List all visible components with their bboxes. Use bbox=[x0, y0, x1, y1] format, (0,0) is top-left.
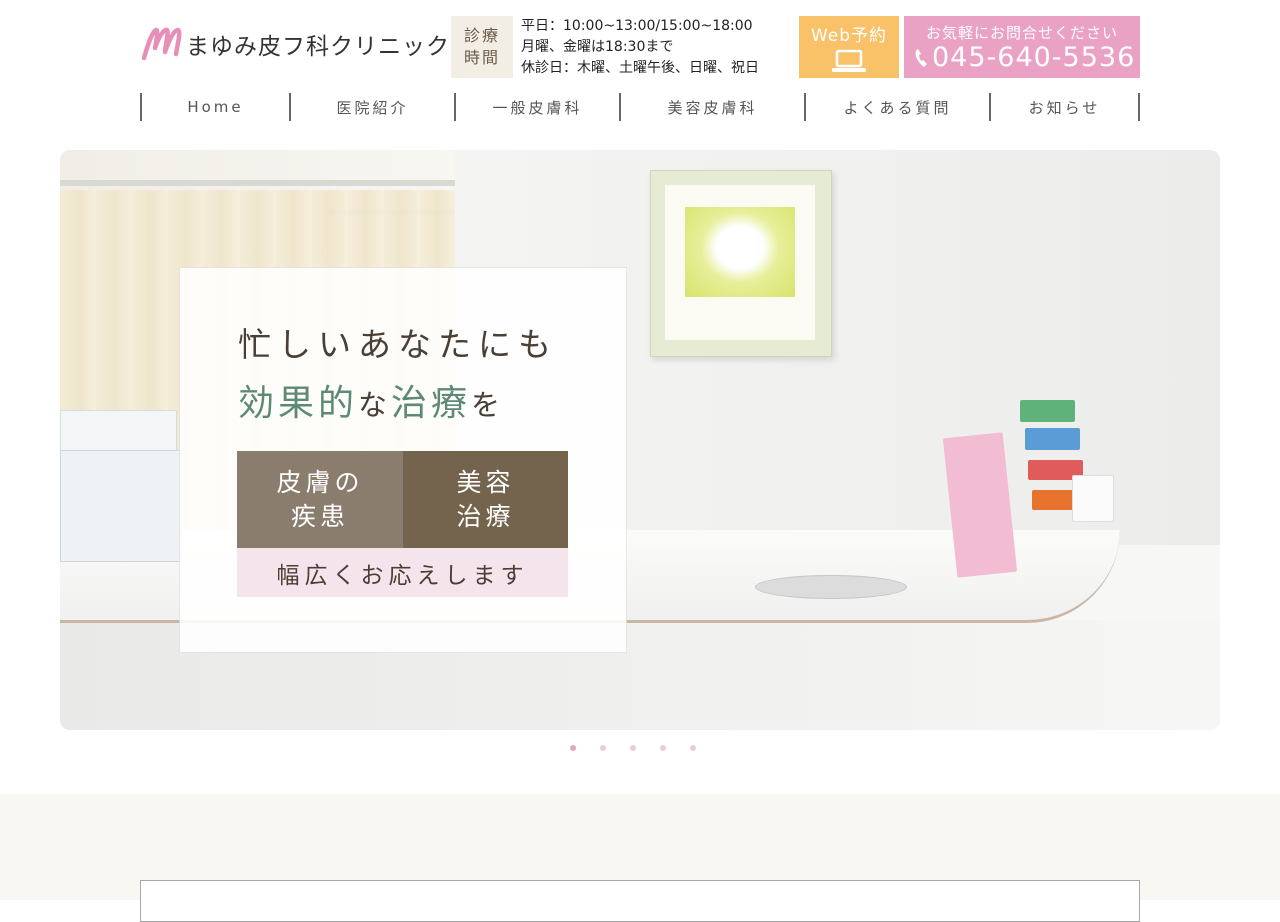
slider-pagination bbox=[570, 745, 720, 755]
hero-message-panel: 忙しいあなたにも 効果的な治療を 皮膚の 疾患 美容 治療 幅広くお応えします bbox=[180, 268, 626, 652]
pamphlet-3 bbox=[1025, 428, 1080, 450]
clinic-logo[interactable]: まゆみ皮フ科クリニック bbox=[140, 22, 450, 66]
hours-label-line1: 診療 bbox=[463, 26, 500, 45]
hours-weekday: 平日：10:00~13:00/15:00~18:00 bbox=[521, 18, 753, 34]
hours-label: 診療 時間 bbox=[451, 16, 513, 78]
hero-headline-2-part4: を bbox=[471, 388, 505, 422]
pamphlet-2 bbox=[1020, 400, 1075, 422]
box2-line2: 治療 bbox=[456, 501, 515, 531]
hero-bg-dish bbox=[755, 575, 907, 599]
hero-headline-2-part1: 効果的 bbox=[238, 383, 359, 424]
content-section bbox=[0, 794, 1280, 922]
hero-tagline-bar: 幅広くお応えします bbox=[237, 548, 568, 597]
pamphlet-1 bbox=[942, 432, 1018, 578]
nav-home[interactable]: Home bbox=[140, 93, 289, 121]
hero-bg-tray-upper bbox=[60, 410, 177, 452]
box1-line2: 疾患 bbox=[290, 501, 349, 531]
hours-label-line2: 時間 bbox=[463, 48, 500, 67]
slider-dot-2[interactable] bbox=[600, 745, 606, 751]
frame-artwork bbox=[685, 207, 795, 297]
hero-headline-2-part3: 治療 bbox=[391, 383, 472, 424]
site-header: まゆみ皮フ科クリニック 診療 時間 平日：10:00~13:00/15:00~1… bbox=[140, 16, 1140, 78]
nav-news[interactable]: お知らせ bbox=[989, 93, 1140, 121]
hours-info: 平日：10:00~13:00/15:00~18:00 月曜、金曜は18:30まで… bbox=[521, 16, 759, 79]
hero-box-cosmetic: 美容 治療 bbox=[403, 451, 568, 548]
hero-bg-pamphlet-stand bbox=[940, 390, 1120, 580]
clinic-name: まゆみ皮フ科クリニック bbox=[186, 34, 450, 60]
phone-number: 045-640-5536 bbox=[932, 42, 1136, 73]
frame-mat bbox=[665, 185, 815, 340]
phone-icon bbox=[915, 48, 927, 67]
nav-about[interactable]: 医院紹介 bbox=[289, 93, 454, 121]
hours-mon-fri: 月曜、金曜は18:30まで bbox=[521, 39, 674, 55]
slider-dot-5[interactable] bbox=[690, 745, 696, 751]
nav-faq[interactable]: よくある質問 bbox=[804, 93, 989, 121]
curtain-rail bbox=[60, 180, 460, 186]
box2-line1: 美容 bbox=[456, 467, 515, 497]
box1-line1: 皮膚の bbox=[276, 467, 364, 497]
laptop-icon bbox=[832, 49, 866, 72]
hero-headline-1: 忙しいあなたにも bbox=[238, 325, 558, 364]
contact-prompt: お気軽にお問合せください bbox=[925, 24, 1118, 42]
hero-box-skin-disease: 皮膚の 疾患 bbox=[237, 451, 403, 548]
hours-closed: 休診日：木曜、土曜午後、日曜、祝日 bbox=[521, 60, 759, 76]
slider-dot-4[interactable] bbox=[660, 745, 666, 751]
hero-headline-2-part2: な bbox=[358, 388, 392, 422]
m-script-logo-icon bbox=[141, 27, 182, 61]
slider-dot-3[interactable] bbox=[630, 745, 636, 751]
phone-contact-button[interactable]: お気軽にお問合せください 045-640-5536 bbox=[904, 16, 1140, 78]
phone-number-row: 045-640-5536 bbox=[914, 42, 1135, 73]
hero-slider[interactable]: 忙しいあなたにも 効果的な治療を 皮膚の 疾患 美容 治療 幅広くお応えします bbox=[60, 150, 1220, 730]
slider-dot-1[interactable] bbox=[570, 745, 576, 751]
hero-bg-picture-frame bbox=[650, 170, 832, 357]
pamphlet-6 bbox=[1072, 475, 1114, 522]
web-reservation-label: Web予約 bbox=[810, 26, 888, 46]
nav-cosmetic-dermatology[interactable]: 美容皮膚科 bbox=[619, 93, 804, 121]
hero-bg-tray bbox=[60, 450, 182, 562]
global-nav: Home 医院紹介 一般皮膚科 美容皮膚科 よくある質問 お知らせ bbox=[140, 93, 1140, 121]
content-box bbox=[140, 880, 1140, 922]
hero-headline-2: 効果的な治療を bbox=[238, 374, 504, 426]
web-reservation-button[interactable]: Web予約 bbox=[799, 16, 899, 78]
nav-general-dermatology[interactable]: 一般皮膚科 bbox=[454, 93, 619, 121]
